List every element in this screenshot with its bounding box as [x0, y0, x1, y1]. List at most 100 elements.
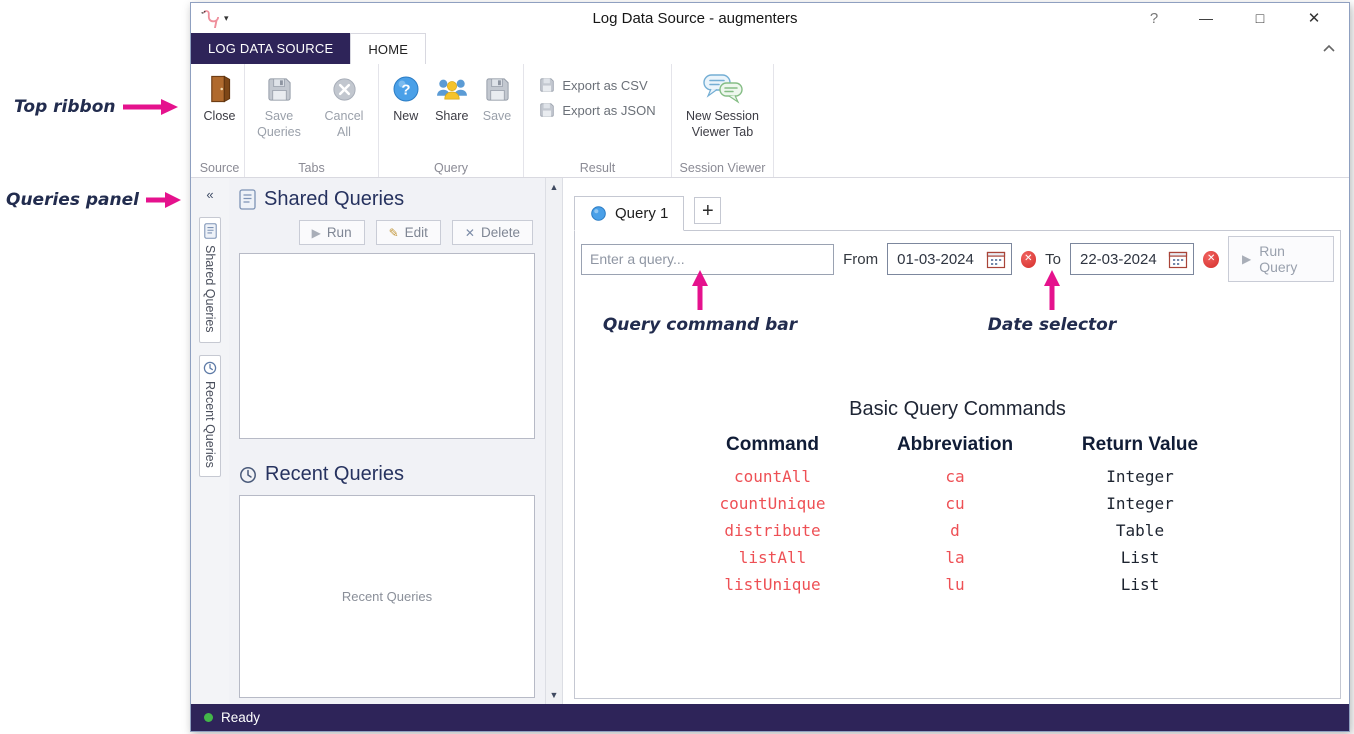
cancel-all-label: Cancel All	[318, 109, 370, 140]
shared-queries-header: Shared Queries	[229, 178, 545, 213]
close-source-button[interactable]: Close	[204, 72, 236, 125]
close-window-button[interactable]: ✕	[1287, 9, 1341, 27]
export-csv-label: Export as CSV	[562, 78, 647, 93]
column-header-command: Command	[683, 434, 863, 463]
queries-side-strip: « Shared Queries Recent Queries	[191, 178, 229, 704]
clear-from-date-button[interactable]: ✕	[1021, 251, 1037, 268]
quick-menu-caret-icon[interactable]: ▾	[224, 13, 229, 24]
ribbon: Close Source Save Queries	[191, 64, 1349, 178]
add-query-tab-button[interactable]: +	[694, 197, 721, 224]
logo-zone: ▾	[191, 7, 229, 29]
run-query-label: Run Query	[1259, 243, 1320, 275]
minimize-button[interactable]: —	[1179, 10, 1233, 26]
new-session-viewer-tab-label: New Session Viewer Tab	[682, 109, 764, 140]
flamingo-logo-icon	[200, 7, 220, 29]
abbreviation-cell: ca	[863, 463, 1048, 490]
calendar-icon[interactable]	[1168, 250, 1188, 269]
tab-home[interactable]: HOME	[350, 33, 426, 64]
annotation-date-selector-text: Date selector	[988, 315, 1116, 335]
sidebar-item-recent-queries[interactable]: Recent Queries	[199, 355, 221, 478]
clock-icon	[239, 466, 257, 484]
save-icon	[484, 72, 511, 106]
status-text: Ready	[221, 710, 260, 725]
recent-queries-list[interactable]: Recent Queries	[239, 495, 535, 698]
export-csv-button[interactable]: Export as CSV	[539, 77, 647, 93]
commands-title: Basic Query Commands	[658, 398, 1258, 421]
play-icon: ▶	[312, 227, 321, 239]
edit-label: Edit	[405, 225, 428, 240]
calendar-icon[interactable]	[986, 250, 1006, 269]
query-bubble-icon	[590, 205, 607, 222]
annotation-top-ribbon-text: Top ribbon	[14, 97, 116, 117]
query-tab-bar: Query 1 +	[574, 185, 1341, 230]
cancel-all-button[interactable]: Cancel All	[318, 72, 370, 140]
save-query-button[interactable]: Save	[483, 72, 512, 125]
new-query-icon: ?	[391, 72, 421, 106]
basic-query-commands: Basic Query Commands Command Abbreviatio…	[658, 398, 1258, 598]
ribbon-group-tabs: Save Queries Cancel All Tabs	[245, 64, 379, 177]
ribbon-group-session-viewer: New Session Viewer Tab Session Viewer	[672, 64, 774, 177]
annotation-queries-panel: Queries panel	[6, 190, 182, 210]
new-query-button[interactable]: ? New	[391, 72, 421, 125]
shared-queries-tab-label: Shared Queries	[203, 245, 217, 333]
collapse-panel-button[interactable]: «	[206, 187, 213, 202]
close-source-label: Close	[204, 109, 236, 125]
edit-button[interactable]: ✎ Edit	[376, 220, 441, 245]
run-label: Run	[327, 225, 352, 240]
shared-queries-list[interactable]	[239, 253, 535, 439]
document-icon	[204, 223, 217, 239]
scroll-up-icon[interactable]: ▲	[550, 182, 559, 192]
command-cell: distribute	[683, 517, 863, 544]
export-json-label: Export as JSON	[562, 103, 655, 118]
help-button[interactable]: ?	[1129, 10, 1179, 27]
query-tab-label: Query 1	[615, 205, 668, 222]
play-icon: ▶	[1242, 252, 1251, 266]
to-date-value: 22-03-2024	[1080, 251, 1157, 268]
sidebar-item-shared-queries[interactable]: Shared Queries	[199, 217, 221, 343]
save-queries-label: Save Queries	[253, 109, 305, 140]
pencil-icon: ✎	[389, 227, 399, 239]
clock-icon	[203, 361, 217, 375]
new-session-viewer-tab-button[interactable]: New Session Viewer Tab	[682, 72, 764, 140]
collapse-ribbon-button[interactable]	[1322, 44, 1336, 53]
ribbon-group-query: ? New Share	[379, 64, 524, 177]
svg-text:?: ?	[401, 82, 410, 99]
status-bar: Ready	[191, 704, 1349, 731]
abbreviation-cell: lu	[863, 571, 1048, 598]
arrow-right-icon	[123, 98, 179, 116]
share-query-label: Share	[435, 109, 468, 125]
return-value-cell: Integer	[1048, 463, 1233, 490]
recent-queries-title: Recent Queries	[265, 463, 404, 486]
maximize-button[interactable]: □	[1233, 10, 1287, 26]
tab-query-1[interactable]: Query 1	[574, 196, 684, 231]
tab-log-data-source[interactable]: LOG DATA SOURCE	[191, 33, 350, 64]
save-queries-button[interactable]: Save Queries	[253, 72, 305, 140]
abbreviation-cell: cu	[863, 490, 1048, 517]
export-json-button[interactable]: Export as JSON	[539, 102, 655, 118]
arrow-right-icon	[146, 191, 182, 209]
window-controls: ? — □ ✕	[1129, 9, 1349, 27]
save-query-label: Save	[483, 109, 512, 125]
annotation-top-ribbon: Top ribbon	[14, 97, 179, 117]
run-button[interactable]: ▶ Run	[299, 220, 365, 245]
delete-button[interactable]: ✕ Delete	[452, 220, 533, 245]
new-query-label: New	[393, 109, 418, 125]
document-icon	[239, 189, 256, 210]
abbreviation-cell: d	[863, 517, 1048, 544]
commands-table: Command Abbreviation Return Value countA…	[658, 434, 1258, 598]
titlebar: ▾ Log Data Source - augmenters ? — □ ✕	[191, 3, 1349, 33]
share-people-icon	[434, 72, 470, 106]
queries-panel-scrollbar[interactable]: ▲ ▼	[545, 178, 563, 704]
export-file-icon	[539, 102, 555, 118]
annotation-queries-panel-text: Queries panel	[6, 190, 139, 210]
clear-to-date-button[interactable]: ✕	[1203, 251, 1219, 268]
group-label-session-viewer: Session Viewer	[672, 161, 773, 175]
from-date-value: 01-03-2024	[897, 251, 974, 268]
status-green-dot-icon	[204, 713, 213, 722]
share-query-button[interactable]: Share	[434, 72, 470, 125]
delete-x-icon: ✕	[465, 227, 475, 239]
queries-panel: Shared Queries ▶ Run ✎ Edit ✕ Delete	[229, 178, 545, 704]
scroll-down-icon[interactable]: ▼	[550, 690, 559, 700]
query-main-area: Query 1 + From 01-03-2024	[563, 178, 1349, 704]
run-query-button[interactable]: ▶ Run Query	[1228, 236, 1334, 282]
